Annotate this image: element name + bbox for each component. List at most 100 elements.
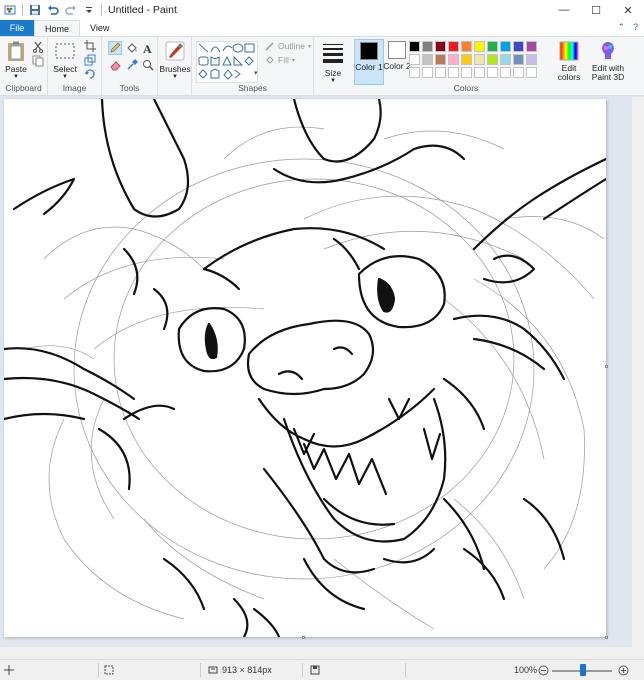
ribbon-tabs: File Home View [0,20,644,36]
palette-swatch[interactable] [409,54,420,65]
color2-button[interactable]: Color 2 [382,39,412,85]
save-icon[interactable] [29,4,41,16]
palette-swatch[interactable] [474,54,485,65]
tab-file[interactable]: File [0,20,34,36]
edit-with-paint3d-button[interactable]: Edit with Paint 3D [590,40,626,82]
collapse-ribbon-icon[interactable]: ⌃ [617,22,625,33]
select-button[interactable]: Select ▼ [52,40,78,80]
resize-icon[interactable] [84,54,96,66]
separator [101,4,102,16]
zoom-out-button[interactable] [538,664,549,676]
help-icon[interactable]: ? [633,22,638,33]
separator [405,663,406,677]
cursor-position [4,664,14,676]
color1-button[interactable]: Color 1 [354,39,384,85]
palette-swatch[interactable] [422,67,433,78]
brushes-button[interactable]: Brushes ▼ [159,40,191,80]
drawing-canvas[interactable] [4,99,606,637]
quick-access-toolbar [0,0,102,20]
tab-home[interactable]: Home [34,20,81,36]
palette-swatch[interactable] [409,67,420,78]
palette-swatch[interactable] [474,41,485,52]
paint-app-icon [4,5,16,15]
fill-dropdown[interactable]: Fill ▾ [265,55,295,65]
palette-swatch[interactable] [500,54,511,65]
palette-swatch[interactable] [513,41,524,52]
shapes-group: ▾ Outline ▾ Fill ▾ Shapes [192,37,314,95]
image-size-icon [208,666,218,674]
horizontal-scrollbar[interactable] [0,647,632,659]
zoom-level: 100% [514,664,537,676]
palette-swatch[interactable] [422,54,433,65]
title-bar: Untitled - Paint — ☐ ✕ [0,0,644,20]
outline-dropdown[interactable]: Outline ▾ [265,41,311,51]
cut-icon[interactable] [32,41,44,53]
palette-swatch[interactable] [435,67,446,78]
svg-text:A: A [143,42,152,54]
customize-quick-access-icon[interactable] [83,4,95,16]
palette-swatch[interactable] [448,67,459,78]
palette-swatch[interactable] [526,41,537,52]
palette-swatch[interactable] [500,67,511,78]
color-picker-icon[interactable] [126,59,138,71]
crop-icon[interactable] [84,40,96,52]
pencil-tool-selected[interactable] [108,41,122,55]
tab-view[interactable]: View [80,20,119,36]
palette-swatch[interactable] [500,41,511,52]
paste-button[interactable]: Paste ▼ [4,40,28,80]
maximize-button[interactable]: ☐ [580,0,612,20]
rotate-icon[interactable] [84,68,96,80]
palette-swatch[interactable] [526,67,537,78]
palette-swatch[interactable] [513,54,524,65]
color2-label: Color 2 [383,61,411,71]
text-tool-icon[interactable]: A [142,42,154,54]
palette-swatch[interactable] [474,67,485,78]
magnifier-icon[interactable] [142,59,154,71]
zoom-slider-thumb[interactable] [580,664,586,676]
zoom-in-button[interactable] [618,664,629,676]
palette-swatch[interactable] [448,41,459,52]
palette-swatch[interactable] [435,41,446,52]
dragon-sketch-drawing [4,99,606,637]
image-size: 913 × 814px [208,664,272,676]
colors-group-label: Colors [453,83,479,93]
colors-group: Color 1 Color 2 Edit colors Edit with Pa… [352,37,644,95]
undo-icon[interactable] [47,4,59,16]
palette-swatch[interactable] [448,54,459,65]
palette-swatch[interactable] [461,41,472,52]
copy-icon[interactable] [32,55,44,67]
fill-bucket-icon[interactable] [126,42,138,54]
palette-swatch[interactable] [487,67,498,78]
resize-handle-bottom[interactable] [302,636,305,639]
separator [98,663,99,677]
minimize-button[interactable]: — [548,0,580,20]
palette-swatch[interactable] [487,41,498,52]
fill-label: Fill [278,55,289,65]
palette-swatch[interactable] [435,54,446,65]
redo-icon[interactable] [65,4,77,16]
size-group[interactable]: Size ▼ [314,37,352,95]
resize-handle-right[interactable] [605,365,608,368]
clipboard-icon [8,41,24,61]
palette-swatch[interactable] [461,54,472,65]
brush-icon [165,41,185,61]
palette-swatch[interactable] [513,67,524,78]
shapes-more-icon[interactable]: ▾ [254,69,258,77]
close-button[interactable]: ✕ [612,0,644,20]
palette-swatch[interactable] [422,41,433,52]
window-title: Untitled - Paint [108,4,177,16]
palette-swatch[interactable] [409,41,420,52]
palette-swatch[interactable] [461,67,472,78]
fill-icon [266,56,274,64]
size-button[interactable]: Size ▼ [318,41,348,85]
brushes-group[interactable]: Brushes ▼ [158,37,192,95]
eraser-icon[interactable] [110,59,122,71]
selection-icon [104,665,114,675]
palette-swatch[interactable] [487,54,498,65]
resize-handle-corner[interactable] [605,636,608,639]
disk-icon [310,665,320,675]
vertical-scrollbar[interactable] [632,97,644,647]
edit-colors-button[interactable]: Edit colors [554,40,584,82]
shapes-gallery[interactable] [196,41,258,83]
palette-swatch[interactable] [526,54,537,65]
